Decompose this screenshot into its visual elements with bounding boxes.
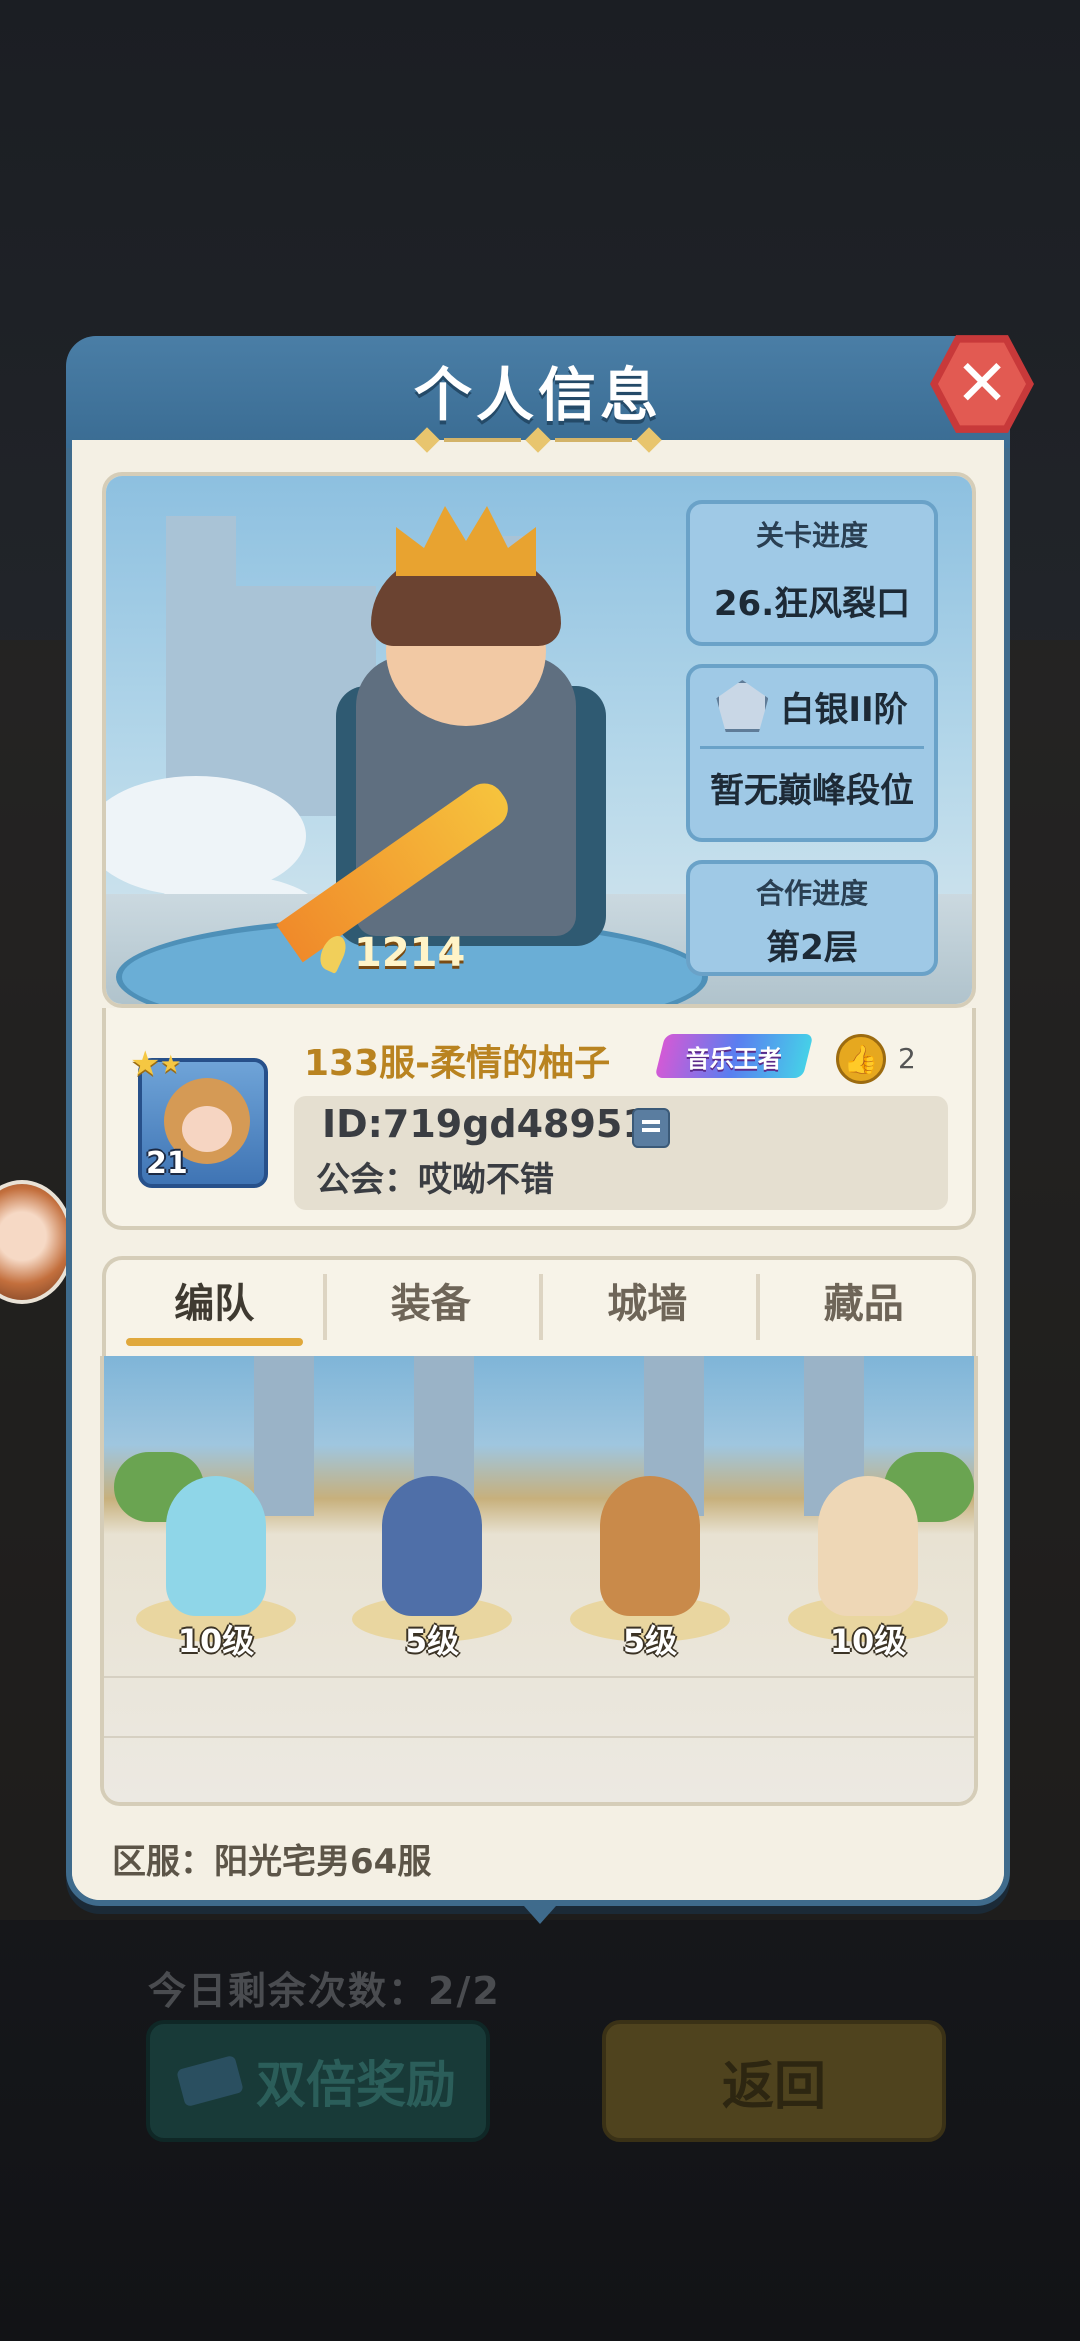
title-badge: 音乐王者 [654,1034,814,1078]
tab-label: 城墙 [607,1281,688,1327]
copy-id-button[interactable] [632,1108,670,1148]
ornament-gem [636,427,662,453]
unit-character [382,1476,482,1616]
star-icon: ★ [160,1050,182,1078]
team-unit[interactable]: 10级 [788,1466,948,1666]
team-unit[interactable]: 5级 [352,1466,512,1666]
rank-value: 白银II阶 [780,689,908,730]
silver-rank-icon [716,680,769,732]
unit-character [600,1476,700,1616]
header-ornament [414,427,662,453]
back-label: 返回 [721,2056,826,2117]
panel-title: 个人信息 [413,361,662,429]
unit-level: 10级 [829,1622,907,1660]
tab-equipment[interactable]: 装备 [322,1260,540,1356]
close-button[interactable]: ✕ [930,332,1034,436]
unit-level: 5级 [404,1622,460,1660]
coop-progress-box: 合作进度 第2层 [686,860,938,976]
tab-label: 藏品 [823,1281,904,1327]
combat-power: 1214 [315,930,466,976]
tab-formation[interactable]: 编队 [106,1260,323,1356]
peak-rank-value: 暂无巅峰段位 [710,771,914,811]
rank-box: 白银II阶 暂无巅峰段位 [686,664,938,842]
coop-progress-label: 合作进度 [755,877,868,910]
player-name: 133服-柔情的柚子 [304,1043,611,1084]
close-icon: ✕ [955,347,1009,421]
team-unit[interactable]: 5级 [570,1466,730,1666]
unit-character [166,1476,266,1616]
tab-label: 编队 [174,1281,255,1327]
combat-power-value: 1214 [354,930,466,976]
back-button: 返回 [602,2020,946,2142]
ticket-icon [176,2054,244,2108]
player-id: ID:719gd48951 [322,1102,649,1146]
unit-character [818,1476,918,1616]
crown-icon [396,506,536,576]
stage-progress-value: 26.狂风裂口 [713,584,911,624]
stage-progress-label: 关卡进度 [755,519,868,552]
hero-character [276,506,656,986]
guild-name: 公会：哎呦不错 [316,1160,554,1200]
unit-level: 10级 [177,1622,255,1660]
double-reward-label: 双倍奖励 [256,2056,456,2114]
ornament-gem [525,427,551,453]
ornament-gem [414,427,440,453]
tab-label: 装备 [390,1281,471,1327]
formation-stage: 10级 5级 5级 10级 [100,1356,978,1806]
avatar-level: 21 [146,1146,188,1181]
coop-progress-value: 第2层 [766,928,858,968]
profile-tabs: 编队 装备 城墙 藏品 [102,1256,976,1356]
castle-tower [166,516,236,816]
double-reward-button: 双倍奖励 [146,2020,490,2142]
title-badge-label: 音乐王者 [686,1044,782,1073]
stage-progress-box: 关卡进度 26.狂风裂口 [686,500,938,646]
star-icon: ★ [130,1044,161,1084]
unit-level: 5级 [622,1622,678,1660]
tab-city-wall[interactable]: 城墙 [539,1260,756,1356]
thumbs-up-icon[interactable]: 👍 [836,1034,886,1084]
active-tab-indicator [126,1338,303,1346]
like-count: 2 [898,1042,916,1075]
server-info: 区服：阳光宅男64服 [112,1842,432,1882]
remaining-count: 今日剩余次数：2/2 [148,1969,501,2013]
tab-collection[interactable]: 藏品 [755,1260,973,1356]
team-unit[interactable]: 10级 [136,1466,296,1666]
